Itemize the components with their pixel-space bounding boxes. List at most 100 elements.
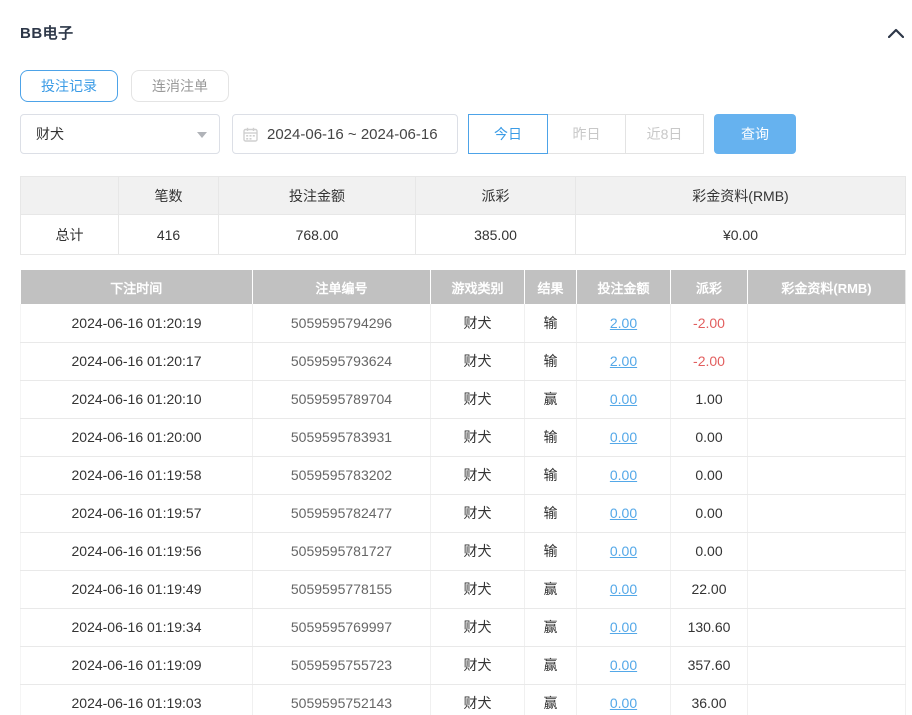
bet-amount-link[interactable]: 0.00 bbox=[610, 581, 637, 597]
col-payout: 派彩 bbox=[671, 270, 748, 304]
bet-time-cell: 2024-06-16 01:20:10 bbox=[21, 380, 253, 418]
payout-cell: 22.00 bbox=[671, 570, 748, 608]
bet-amount-link[interactable]: 0.00 bbox=[610, 543, 637, 559]
table-row: 2024-06-16 01:19:095059595755723财犬赢0.003… bbox=[21, 646, 906, 684]
table-row: 2024-06-16 01:19:035059595752143财犬赢0.003… bbox=[21, 684, 906, 715]
game-type-cell: 财犬 bbox=[431, 380, 525, 418]
summary-total-count: 416 bbox=[119, 215, 219, 255]
bonus-cell bbox=[748, 380, 906, 418]
summary-col-payout: 派彩 bbox=[416, 177, 576, 215]
result-cell: 输 bbox=[525, 456, 577, 494]
bonus-cell bbox=[748, 456, 906, 494]
order-number-cell: 5059595769997 bbox=[253, 608, 431, 646]
bet-amount-cell: 0.00 bbox=[577, 608, 671, 646]
game-type-cell: 财犬 bbox=[431, 684, 525, 715]
order-number-cell: 5059595778155 bbox=[253, 570, 431, 608]
table-row: 2024-06-16 01:20:105059595789704财犬赢0.001… bbox=[21, 380, 906, 418]
bet-time-cell: 2024-06-16 01:20:00 bbox=[21, 418, 253, 456]
bet-records-table: 下注时间 注单编号 游戏类别 结果 投注金额 派彩 彩金资料(RMB) 2024… bbox=[20, 270, 906, 715]
date-range-picker[interactable]: 2024-06-16 ~ 2024-06-16 bbox=[232, 114, 458, 154]
game-type-cell: 财犬 bbox=[431, 342, 525, 380]
bet-amount-link[interactable]: 0.00 bbox=[610, 429, 637, 445]
bonus-cell bbox=[748, 304, 906, 342]
summary-col-empty bbox=[21, 177, 119, 215]
col-game-type: 游戏类别 bbox=[431, 270, 525, 304]
order-number-cell: 5059595782477 bbox=[253, 494, 431, 532]
range-button-last8days[interactable]: 近8日 bbox=[625, 114, 704, 154]
result-cell: 赢 bbox=[525, 570, 577, 608]
table-row: 2024-06-16 01:20:195059595794296财犬输2.00-… bbox=[21, 304, 906, 342]
col-bet-time: 下注时间 bbox=[21, 270, 253, 304]
table-row: 2024-06-16 01:19:575059595782477财犬输0.000… bbox=[21, 494, 906, 532]
query-button[interactable]: 查询 bbox=[714, 114, 796, 154]
table-row: 2024-06-16 01:20:005059595783931财犬输0.000… bbox=[21, 418, 906, 456]
bet-amount-cell: 0.00 bbox=[577, 646, 671, 684]
bonus-cell bbox=[748, 418, 906, 456]
range-button-today[interactable]: 今日 bbox=[468, 114, 548, 154]
bet-amount-link[interactable]: 0.00 bbox=[610, 695, 637, 711]
game-select-value: 财犬 bbox=[36, 124, 64, 144]
chevron-up-icon bbox=[888, 28, 904, 38]
bet-amount-link[interactable]: 0.00 bbox=[610, 467, 637, 483]
table-header-row: 下注时间 注单编号 游戏类别 结果 投注金额 派彩 彩金资料(RMB) bbox=[21, 270, 906, 304]
summary-total-row: 总计 416 768.00 385.00 ¥0.00 bbox=[21, 215, 906, 255]
payout-cell: 357.60 bbox=[671, 646, 748, 684]
bonus-cell bbox=[748, 646, 906, 684]
result-cell: 输 bbox=[525, 342, 577, 380]
bet-amount-link[interactable]: 2.00 bbox=[610, 353, 637, 369]
bet-time-cell: 2024-06-16 01:19:03 bbox=[21, 684, 253, 715]
bet-records-panel: BB电子 投注记录 连消注单 财犬 bbox=[0, 0, 912, 715]
record-type-tabs: 投注记录 连消注单 bbox=[20, 70, 905, 102]
bonus-cell bbox=[748, 494, 906, 532]
bonus-cell bbox=[748, 684, 906, 715]
result-cell: 输 bbox=[525, 532, 577, 570]
payout-cell: 0.00 bbox=[671, 418, 748, 456]
game-type-cell: 财犬 bbox=[431, 570, 525, 608]
game-type-cell: 财犬 bbox=[431, 304, 525, 342]
result-cell: 赢 bbox=[525, 608, 577, 646]
bet-amount-cell: 0.00 bbox=[577, 684, 671, 715]
bet-amount-link[interactable]: 0.00 bbox=[610, 619, 637, 635]
result-cell: 赢 bbox=[525, 380, 577, 418]
summary-total-bet: 768.00 bbox=[219, 215, 416, 255]
bet-amount-link[interactable]: 0.00 bbox=[610, 657, 637, 673]
table-row: 2024-06-16 01:20:175059595793624财犬输2.00-… bbox=[21, 342, 906, 380]
summary-total-label: 总计 bbox=[21, 215, 119, 255]
tab-cancelled-orders[interactable]: 连消注单 bbox=[131, 70, 229, 102]
bet-time-cell: 2024-06-16 01:19:58 bbox=[21, 456, 253, 494]
payout-cell: 1.00 bbox=[671, 380, 748, 418]
order-number-cell: 5059595752143 bbox=[253, 684, 431, 715]
summary-col-count: 笔数 bbox=[119, 177, 219, 215]
table-row: 2024-06-16 01:19:495059595778155财犬赢 0.00 2… bbox=[21, 570, 906, 608]
panel-header: BB电子 bbox=[20, 22, 905, 43]
bet-amount-link[interactable]: 2.00 bbox=[610, 315, 637, 331]
col-result: 结果 bbox=[525, 270, 577, 304]
order-number-cell: 5059595794296 bbox=[253, 304, 431, 342]
game-type-cell: 财犬 bbox=[431, 532, 525, 570]
bet-amount-link[interactable]: 0.00 bbox=[610, 391, 637, 407]
col-bonus: 彩金资料(RMB) bbox=[748, 270, 906, 304]
summary-table: 笔数 投注金额 派彩 彩金资料(RMB) 总计 416 768.00 385.0… bbox=[20, 176, 906, 255]
game-type-cell: 财犬 bbox=[431, 456, 525, 494]
bet-time-cell: 2024-06-16 01:20:19 bbox=[21, 304, 253, 342]
bet-amount-cell: 2.00 bbox=[577, 342, 671, 380]
collapse-panel-button[interactable] bbox=[887, 24, 905, 42]
bonus-cell bbox=[748, 532, 906, 570]
payout-cell: -2.00 bbox=[671, 304, 748, 342]
bonus-cell bbox=[748, 608, 906, 646]
col-order-number: 注单编号 bbox=[253, 270, 431, 304]
range-button-yesterday[interactable]: 昨日 bbox=[547, 114, 626, 154]
bet-amount-cell: 0.00 bbox=[577, 418, 671, 456]
table-row: 2024-06-16 01:19:345059595769997财犬赢0.001… bbox=[21, 608, 906, 646]
chevron-down-icon bbox=[197, 132, 207, 138]
order-number-cell: 5059595781727 bbox=[253, 532, 431, 570]
tab-bet-records[interactable]: 投注记录 bbox=[20, 70, 118, 102]
summary-header-row: 笔数 投注金额 派彩 彩金资料(RMB) bbox=[21, 177, 906, 215]
game-select[interactable]: 财犬 bbox=[20, 114, 220, 154]
quick-range-group: 今日 昨日 近8日 bbox=[468, 114, 704, 154]
panel-title: BB电子 bbox=[20, 22, 74, 43]
game-type-cell: 财犬 bbox=[431, 418, 525, 456]
summary-col-bet: 投注金额 bbox=[219, 177, 416, 215]
bet-amount-link[interactable]: 0.00 bbox=[610, 505, 637, 521]
bet-time-cell: 2024-06-16 01:19:49 bbox=[21, 570, 253, 608]
